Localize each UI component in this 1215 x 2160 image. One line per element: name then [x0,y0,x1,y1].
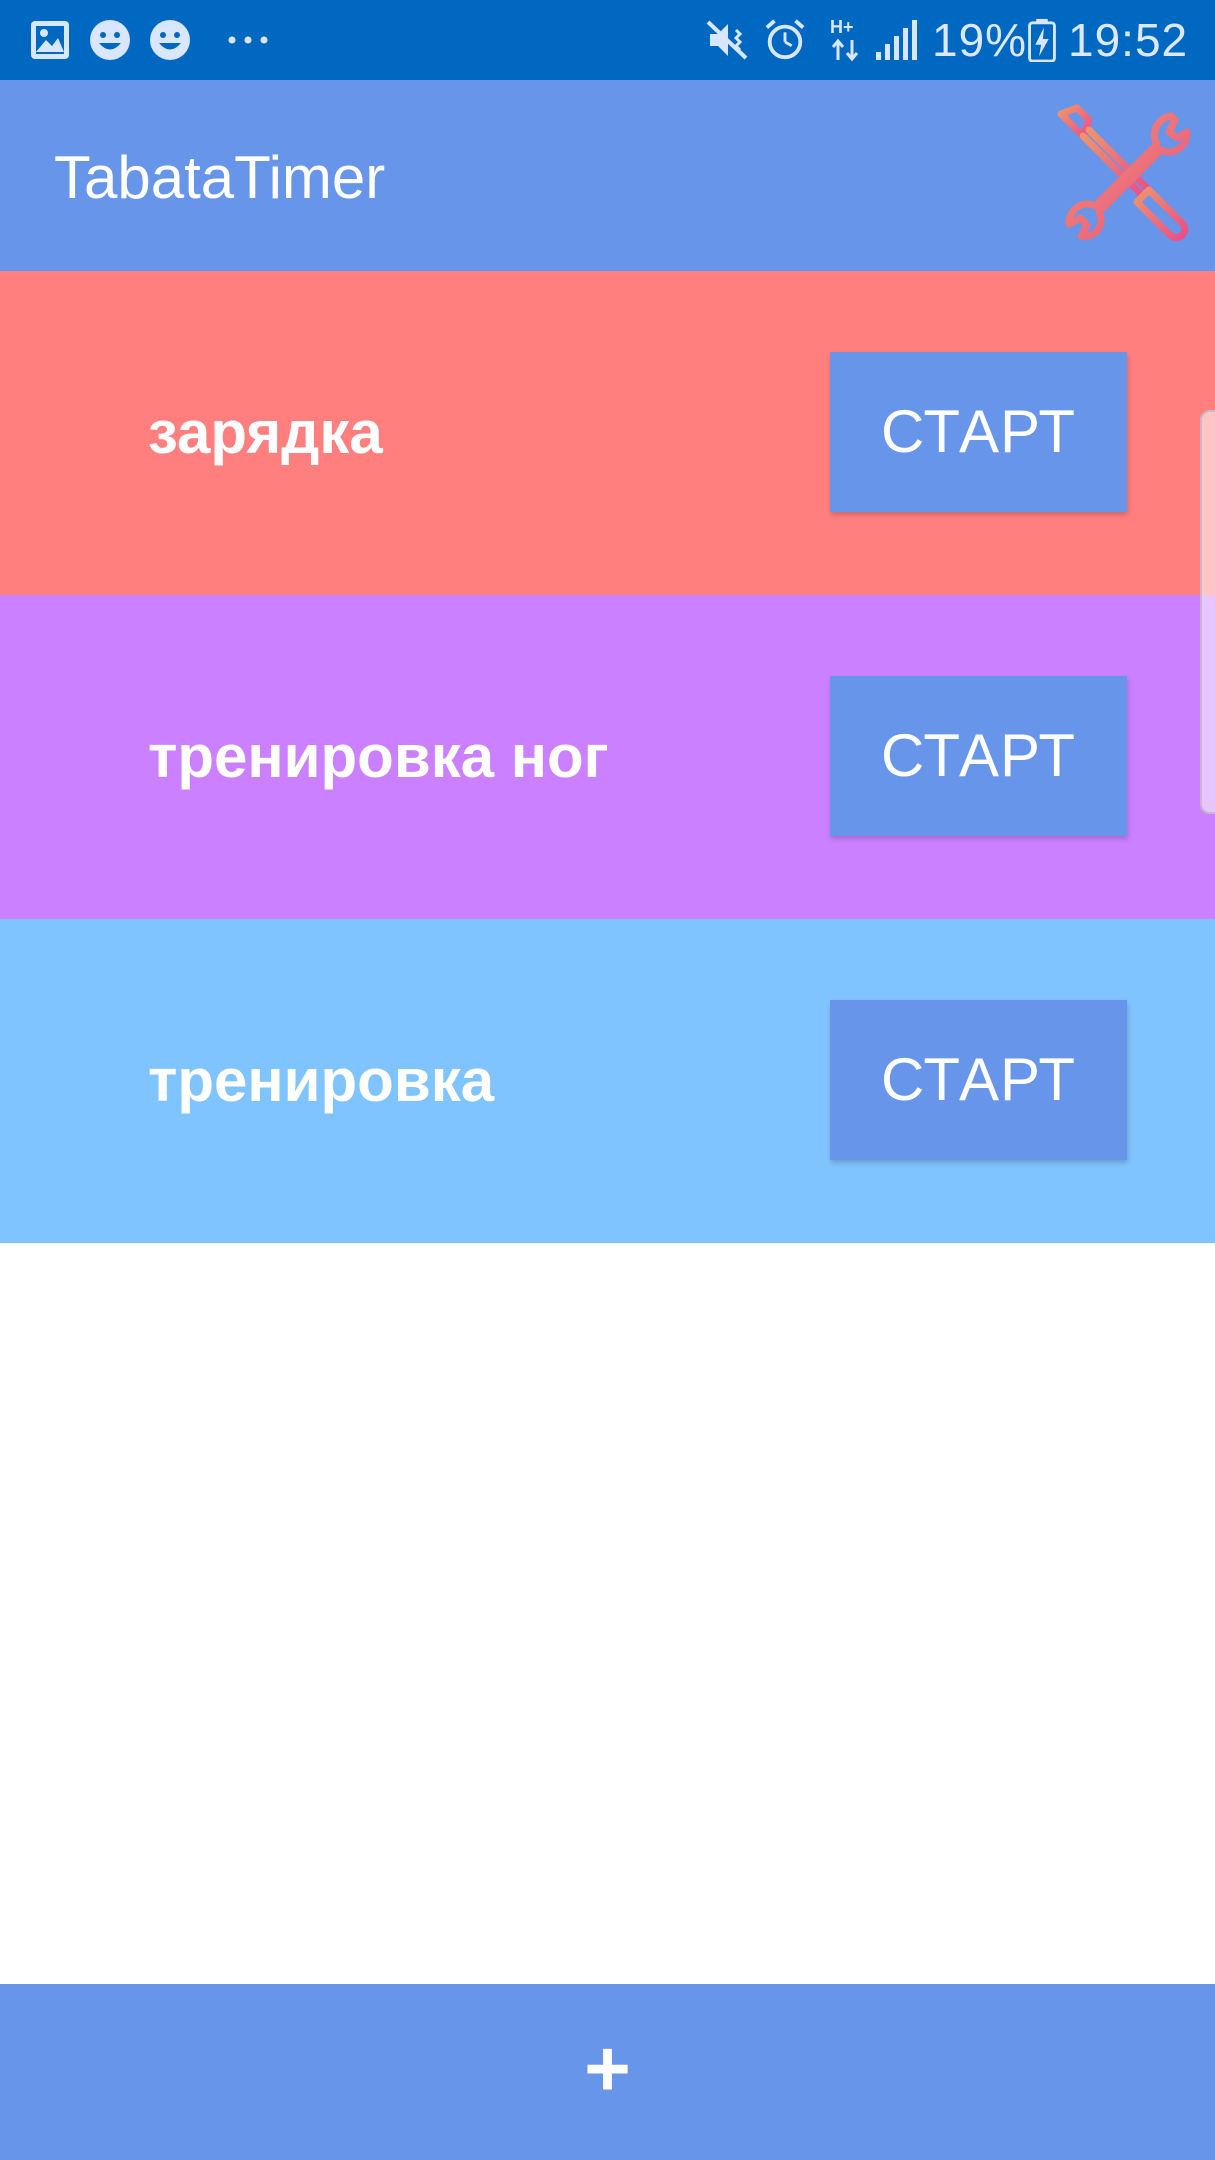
emoji-icon [150,20,190,60]
signal-icon [876,20,917,60]
mute-icon [706,20,748,60]
start-button[interactable]: СТАРТ [830,352,1127,512]
start-button[interactable]: СТАРТ [830,1000,1127,1160]
edge-panel-handle[interactable] [1200,410,1215,814]
more-dots-icon [228,36,268,44]
app-bar: TabataTimer [0,80,1215,271]
plus-icon: + [584,2024,631,2113]
workout-name: тренировка ног [148,723,609,790]
add-workout-button[interactable]: + [0,1984,1215,2160]
network-type: H+ [830,17,854,37]
emoji-icon [90,20,130,60]
settings-button[interactable] [1051,100,1201,250]
gallery-icon [31,21,69,59]
alarm-icon [765,19,805,60]
workout-name: тренировка [148,1047,495,1114]
clock-time: 19:52 [1068,14,1189,66]
workout-row[interactable]: зарядка СТАРТ [0,271,1215,595]
battery-charging-icon [1028,18,1056,62]
app-title: TabataTimer [54,144,386,211]
workout-row[interactable]: тренировка ног СТАРТ [0,595,1215,919]
screen: H+ 19% 19:52 TabataTimer зарядка СТАРТ т… [0,0,1215,2160]
start-button[interactable]: СТАРТ [830,676,1127,836]
status-bar: H+ 19% 19:52 [0,0,1215,80]
workout-name: зарядка [148,399,383,466]
battery-percent: 19% [932,14,1028,66]
tools-icon [1057,104,1191,242]
workout-list: зарядка СТАРТ тренировка ног СТАРТ трени… [0,271,1215,1243]
workout-row[interactable]: тренировка СТАРТ [0,919,1215,1243]
data-arrows-icon: H+ [826,18,866,64]
